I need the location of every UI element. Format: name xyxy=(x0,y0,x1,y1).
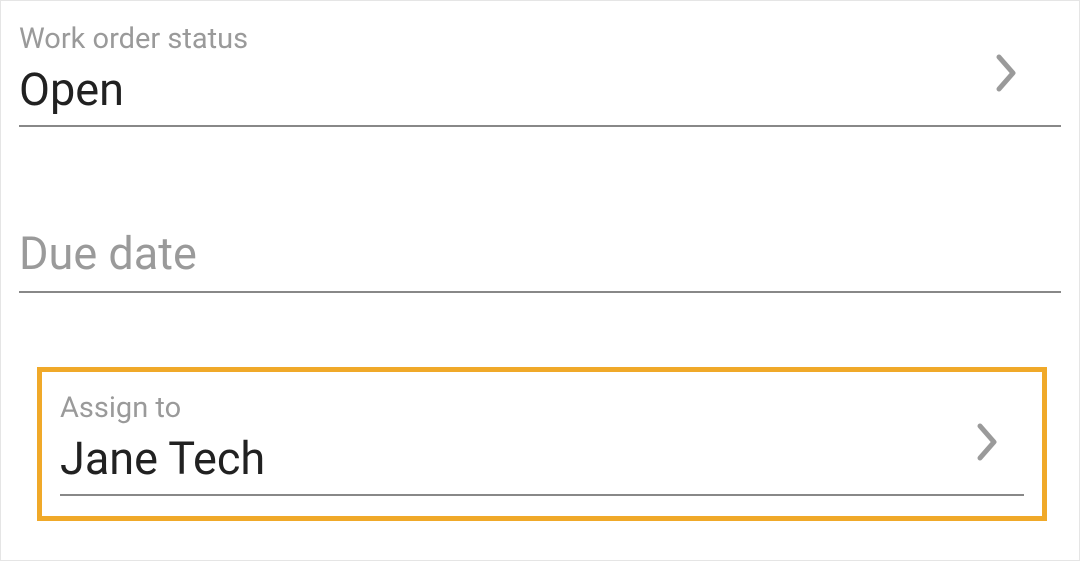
status-field[interactable]: Work order status Open xyxy=(1,9,1079,127)
assign-to-field-value: Jane Tech xyxy=(60,432,1024,486)
chevron-right-icon xyxy=(976,422,1000,462)
due-date-field[interactable]: Due date xyxy=(1,215,1079,293)
form-container: Work order status Open Due date Assign t… xyxy=(0,0,1080,561)
status-field-value: Open xyxy=(19,63,1061,117)
assign-to-field-label: Assign to xyxy=(60,390,1024,428)
status-field-label: Work order status xyxy=(19,21,1061,59)
chevron-right-icon xyxy=(995,53,1019,93)
assign-to-highlight: Assign to Jane Tech xyxy=(37,367,1047,521)
due-date-placeholder: Due date xyxy=(19,227,1061,283)
assign-to-field[interactable]: Assign to Jane Tech xyxy=(60,390,1024,496)
